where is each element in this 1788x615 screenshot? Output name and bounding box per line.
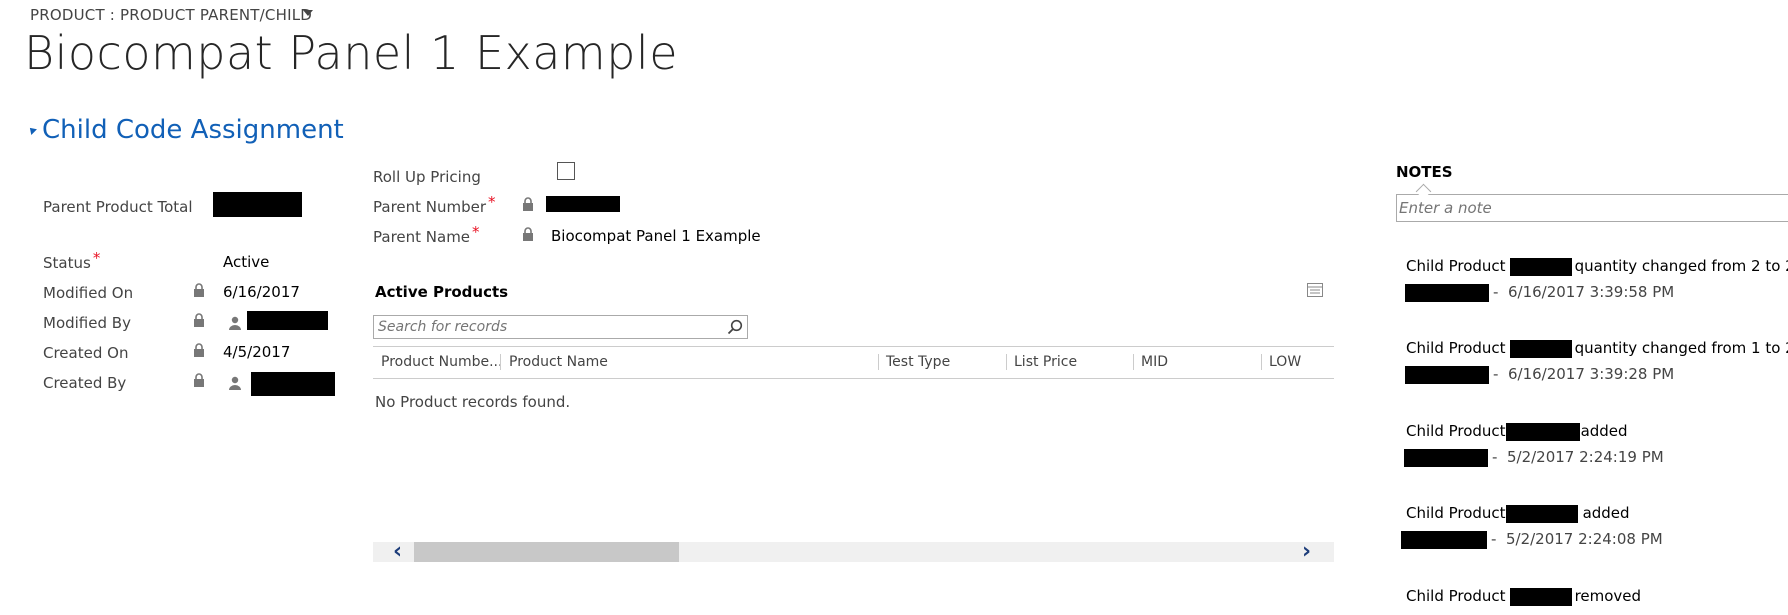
modified-by-redacted[interactable]: [247, 311, 328, 330]
lock-icon: [523, 197, 533, 211]
column-separator: [1006, 354, 1007, 370]
redacted-author: [1405, 365, 1489, 384]
column-header-product-name[interactable]: Product Name: [509, 354, 608, 370]
note-item: Child Product added: [1406, 422, 1628, 441]
column-header-low[interactable]: LOW: [1269, 354, 1301, 370]
notes-title: NOTES: [1396, 163, 1453, 181]
scroll-left-icon[interactable]: ‹: [393, 541, 402, 563]
parent-name-label: Parent Name *: [373, 223, 480, 246]
note-meta: - 5/2/2017 2:24:19 PM: [1404, 448, 1664, 467]
user-icon: [229, 376, 241, 390]
lock-icon: [523, 227, 533, 241]
scrollbar-thumb[interactable]: [414, 542, 679, 562]
breadcrumb-dropdown-icon[interactable]: [303, 10, 313, 16]
column-separator: [500, 354, 501, 370]
scroll-right-icon[interactable]: ›: [1302, 541, 1311, 563]
redacted-author: [1405, 283, 1489, 302]
subgrid-title: Active Products: [375, 283, 509, 301]
required-indicator: *: [92, 249, 101, 267]
section-title[interactable]: Child Code Assignment: [42, 115, 344, 145]
lock-icon: [194, 283, 204, 297]
note-meta: - 6/16/2017 3:39:58 PM: [1405, 283, 1674, 302]
redacted-author: [1401, 530, 1487, 549]
column-header-list-price[interactable]: List Price: [1014, 354, 1077, 370]
lock-icon: [194, 313, 204, 327]
note-entry-box[interactable]: [1396, 194, 1788, 222]
roll-up-pricing-label: Roll Up Pricing: [373, 168, 481, 186]
column-separator: [1133, 354, 1134, 370]
view-records-icon[interactable]: [1307, 283, 1323, 297]
required-indicator: *: [472, 223, 480, 241]
note-item: Child Product quantity changed from 1 to …: [1406, 339, 1788, 358]
modified-by-label: Modified By: [43, 314, 131, 332]
column-separator: [878, 354, 879, 370]
modified-on-label: Modified On: [43, 284, 134, 302]
lock-icon: [194, 343, 204, 357]
empty-grid-message: No Product records found.: [375, 393, 571, 411]
column-separator: [1261, 354, 1262, 370]
status-value[interactable]: Active: [223, 253, 269, 271]
note-meta: - 5/2/2017 2:24:08 PM: [1401, 530, 1663, 549]
created-on-label: Created On: [43, 344, 129, 362]
modified-on-value: 6/16/2017: [223, 283, 300, 301]
roll-up-pricing-checkbox[interactable]: [557, 162, 575, 180]
user-icon: [229, 316, 241, 330]
note-item: Child Product removed: [1406, 587, 1642, 606]
redacted-product: [1509, 339, 1572, 358]
redacted-product: [1509, 587, 1572, 606]
column-header-product-number[interactable]: Product Numbe...: [381, 354, 502, 370]
redacted-product: [1505, 422, 1580, 441]
required-indicator: *: [488, 193, 496, 211]
redacted-product: [1505, 504, 1578, 523]
note-input[interactable]: [1399, 197, 1779, 219]
grid-header-bottom-border: [373, 378, 1334, 379]
created-by-redacted[interactable]: [251, 372, 335, 396]
lock-icon: [194, 373, 204, 387]
parent-product-total-label: Parent Product Total: [43, 198, 193, 216]
note-meta: - 6/16/2017 3:39:28 PM: [1405, 365, 1674, 384]
redacted-product: [1509, 257, 1572, 276]
status-label: Status *: [43, 249, 101, 272]
column-header-test-type[interactable]: Test Type: [886, 354, 950, 370]
parent-product-total-redacted: [213, 192, 302, 217]
grid-header-top-border: [373, 346, 1334, 347]
redacted-author: [1404, 448, 1488, 467]
note-item: Child Product quantity changed from 2 to …: [1406, 257, 1788, 276]
section-collapse-icon[interactable]: [27, 125, 37, 135]
parent-number-redacted: [546, 196, 620, 212]
search-input[interactable]: [378, 316, 708, 338]
column-header-mid[interactable]: MID: [1141, 354, 1168, 370]
breadcrumb[interactable]: PRODUCT : PRODUCT PARENT/CHILD: [30, 6, 312, 24]
parent-name-value: Biocompat Panel 1 Example: [551, 227, 761, 245]
parent-number-label: Parent Number *: [373, 193, 496, 216]
search-box[interactable]: [373, 315, 748, 339]
created-by-label: Created By: [43, 374, 127, 392]
note-item: Child Product added: [1406, 504, 1630, 523]
page-title: Biocompat Panel 1 Example: [24, 26, 679, 80]
created-on-value: 4/5/2017: [223, 343, 291, 361]
search-icon[interactable]: [727, 319, 743, 335]
